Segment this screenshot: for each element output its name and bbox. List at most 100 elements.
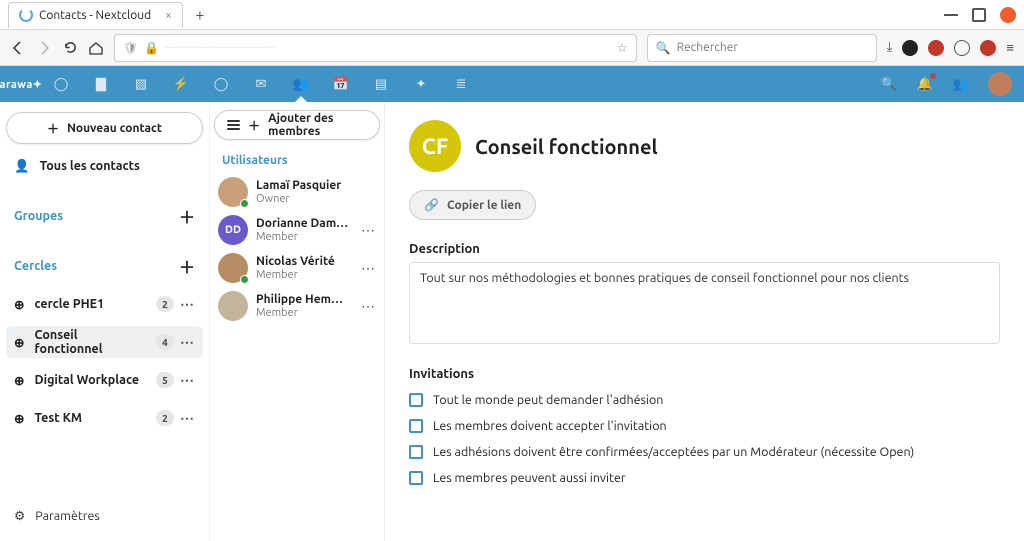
settings-label: Paramètres (35, 509, 100, 523)
new-tab-button[interactable]: + (187, 2, 213, 28)
photos-icon[interactable]: ▧ (132, 75, 150, 93)
circle-item[interactable]: ⊕ Test KM 2⋯ (6, 402, 203, 434)
ext-icon-1[interactable] (902, 40, 918, 56)
circle-item[interactable]: ⊕ cercle PHE1 2⋯ (6, 288, 203, 320)
home-icon[interactable] (88, 40, 104, 56)
nextcloud-topbar: arawa✦ ◯ ▇ ▧ ⚡ ◯ ✉ 👥 📅 ▤ ✦ ≣ 🔍 🔔 👥 (0, 66, 1024, 102)
member-name: Dorianne Dam… (256, 217, 348, 231)
add-members-label: Ajouter des membres (268, 112, 367, 138)
all-contacts-label: Tous les contacts (40, 159, 140, 173)
sidebar-all-contacts[interactable]: 👤 Tous les contacts (6, 150, 203, 182)
talk-icon[interactable]: ◯ (212, 75, 230, 93)
circle-icon: ⊕ (14, 335, 24, 350)
more-icon[interactable]: ⋯ (361, 260, 376, 277)
more-icon[interactable]: ⋯ (180, 410, 195, 427)
hamburger-icon (227, 120, 240, 130)
circle-title: Conseil fonctionnel (475, 135, 658, 158)
circle-count: 2 (156, 296, 174, 312)
new-contact-button[interactable]: ＋ Nouveau contact (6, 112, 203, 144)
calendar-icon[interactable]: 📅 (332, 75, 350, 93)
member-name: Lamaï Pasquier (256, 179, 341, 193)
circle-avatar: CF (409, 120, 461, 172)
invitation-option[interactable]: Les adhésions doivent être confirmées/ac… (409, 439, 1000, 465)
tasks-icon[interactable]: ≣ (452, 75, 470, 93)
browser-tab[interactable]: Contacts - Nextcloud × (8, 2, 183, 28)
download-icon[interactable]: ⤓ (887, 40, 893, 55)
search-icon: 🔍 (656, 41, 671, 55)
circle-count: 2 (156, 410, 174, 426)
people-icon[interactable]: 👥 (952, 75, 970, 93)
browser-search-input[interactable]: 🔍 Rechercher (647, 34, 877, 62)
member-row[interactable]: DD Dorianne Dam…Member ⋯ (214, 211, 380, 249)
ext-icon-2[interactable] (928, 40, 944, 56)
circle-count: 5 (156, 372, 174, 388)
back-icon[interactable] (10, 40, 26, 56)
invitation-option[interactable]: Tout le monde peut demander l'adhésion (409, 387, 1000, 413)
copy-link-button[interactable]: 🔗 Copier le lien (409, 190, 536, 220)
member-name: Nicolas Vérité (256, 255, 335, 269)
member-row[interactable]: Lamaï PasquierOwner (214, 173, 380, 211)
contacts-icon[interactable]: 👥 (292, 75, 310, 93)
window-minimize-icon[interactable] (944, 14, 958, 16)
member-row[interactable]: Philippe Hem…Member ⋯ (214, 287, 380, 325)
groups-label: Groupes (14, 209, 63, 223)
more-icon[interactable]: ⋯ (361, 222, 376, 239)
member-avatar: DD (218, 215, 248, 245)
member-avatar (218, 291, 248, 321)
notifications-icon[interactable]: 🔔 (916, 75, 934, 93)
link-icon: 🔗 (424, 198, 439, 212)
circle-name: Test KM (34, 411, 82, 425)
circle-item[interactable]: ⊕ Digital Workplace 5⋯ (6, 364, 203, 396)
address-bar[interactable]: 🛡 🔒 ····································… (114, 34, 637, 62)
members-column: ＋ Ajouter des membres Utilisateurs Lamaï… (210, 102, 385, 541)
checkbox-icon[interactable] (409, 445, 423, 459)
copy-link-label: Copier le lien (447, 199, 521, 212)
url-text: ········································… (165, 41, 611, 54)
files-icon[interactable]: ▇ (92, 75, 110, 93)
circle-count: 4 (156, 334, 174, 350)
member-row[interactable]: Nicolas VéritéMember ⋯ (214, 249, 380, 287)
topbar-search-icon[interactable]: 🔍 (880, 75, 898, 93)
description-label: Description (409, 242, 1000, 256)
star-icon[interactable]: ☆ (617, 41, 628, 55)
more-icon[interactable]: ⋯ (180, 334, 195, 351)
forward-icon (36, 40, 52, 56)
ext-icon-4[interactable] (980, 40, 996, 56)
contacts-sidebar: ＋ Nouveau contact 👤 Tous les contacts Gr… (0, 102, 210, 541)
checkbox-icon[interactable] (409, 393, 423, 407)
window-close-icon[interactable] (1000, 7, 1016, 23)
mail-icon[interactable]: ✉ (252, 75, 270, 93)
new-contact-label: Nouveau contact (67, 122, 162, 135)
circle-detail-panel: CF Conseil fonctionnel 🔗 Copier le lien … (385, 102, 1024, 541)
more-icon[interactable]: ⋯ (180, 372, 195, 389)
more-icon[interactable]: ⋯ (361, 298, 376, 315)
add-circle-icon[interactable]: ＋ (179, 254, 195, 278)
add-members-button[interactable]: ＋ Ajouter des membres (214, 110, 380, 140)
deck-icon[interactable]: ▤ (372, 75, 390, 93)
tab-close-icon[interactable]: × (165, 9, 172, 22)
extension-tray: ⤓ ≡ (887, 40, 1014, 56)
favicon-icon (19, 8, 33, 22)
circle-name: cercle PHE1 (34, 297, 104, 311)
user-avatar[interactable] (988, 72, 1012, 96)
checkbox-icon[interactable] (409, 471, 423, 485)
invitation-option[interactable]: Les membres peuvent aussi inviter (409, 465, 1000, 491)
circle-item[interactable]: ⊕ Conseil fonctionnel 4⋯ (6, 326, 203, 358)
ext-icon-3[interactable] (954, 40, 970, 56)
activity-icon[interactable]: ⚡ (172, 75, 190, 93)
sidebar-settings[interactable]: ⚙ Paramètres (6, 500, 203, 531)
add-group-icon[interactable]: ＋ (179, 204, 195, 228)
reload-icon[interactable] (62, 40, 78, 56)
shield-icon: 🛡 (123, 41, 138, 55)
bookmarks-icon[interactable]: ✦ (412, 75, 430, 93)
browser-menu-icon[interactable]: ≡ (1006, 40, 1014, 55)
brand-logo[interactable]: arawa✦ (12, 75, 30, 93)
description-input[interactable] (409, 262, 1000, 344)
more-icon[interactable]: ⋯ (180, 296, 195, 313)
dashboard-icon[interactable]: ◯ (52, 75, 70, 93)
window-maximize-icon[interactable] (972, 8, 986, 22)
lock-icon: 🔒 (144, 41, 159, 55)
invitation-option[interactable]: Les membres doivent accepter l'invitatio… (409, 413, 1000, 439)
option-label: Les membres peuvent aussi inviter (433, 471, 626, 485)
checkbox-icon[interactable] (409, 419, 423, 433)
